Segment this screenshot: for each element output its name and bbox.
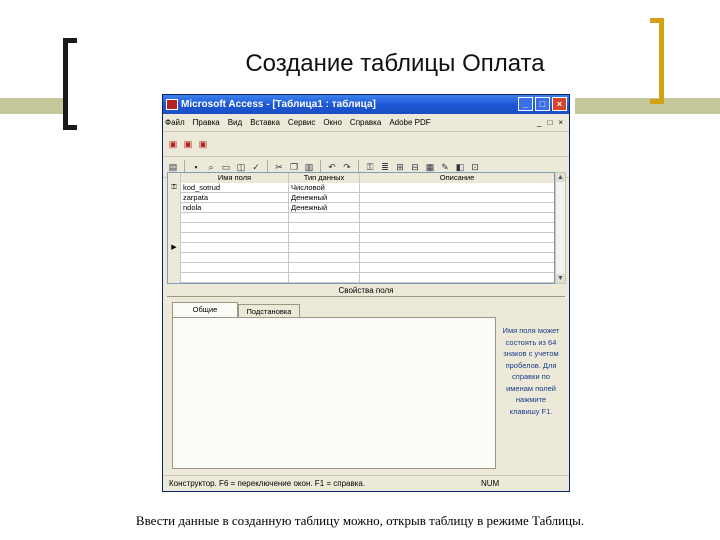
description-cell[interactable] — [360, 243, 554, 253]
row-selector[interactable] — [168, 203, 181, 213]
field-help-text: Имя поля может состоять из 64 знаков с у… — [502, 326, 560, 416]
data-type-cell[interactable]: Денежный — [289, 203, 360, 213]
pdf-review-icon[interactable]: ▣ — [197, 138, 209, 150]
table-row[interactable]: ndola Денежный — [168, 203, 554, 213]
slide-caption: Ввести данные в созданную таблицу можно,… — [135, 513, 585, 528]
data-type-cell[interactable] — [289, 243, 360, 253]
field-properties-label: Свойства поля — [338, 286, 394, 295]
menu-tools[interactable]: Сервис — [288, 118, 315, 127]
description-cell[interactable] — [360, 193, 554, 203]
doc-minimize-button[interactable]: _ — [537, 118, 541, 127]
menu-adobe-pdf[interactable]: Adobe PDF — [389, 118, 430, 127]
empty-row[interactable] — [168, 233, 554, 243]
window-title: Microsoft Access - [Таблица1 : таблица] — [181, 99, 376, 110]
empty-row[interactable] — [168, 273, 554, 283]
scroll-up-arrow-icon[interactable]: ▲ — [556, 173, 565, 182]
menu-help[interactable]: Справка — [350, 118, 381, 127]
row-selector-header — [168, 173, 181, 183]
column-header-data-type: Тип данных — [289, 173, 360, 183]
column-header-description: Описание — [360, 173, 554, 183]
doc-restore-button[interactable]: □ — [547, 118, 552, 127]
decorative-bar-left — [0, 98, 68, 114]
maximize-button[interactable]: □ — [535, 97, 550, 111]
empty-row[interactable] — [168, 213, 554, 223]
decorative-bar-right — [575, 98, 720, 114]
column-header-field-name: Имя поля — [181, 173, 289, 183]
data-type-cell[interactable]: Числовой — [289, 183, 360, 193]
field-name-cell[interactable]: ndola — [181, 203, 289, 213]
window-titlebar[interactable]: Microsoft Access - [Таблица1 : таблица] … — [163, 95, 569, 114]
description-cell[interactable] — [360, 183, 554, 193]
menu-file[interactable]: Файл — [165, 118, 185, 127]
grid-vertical-scrollbar[interactable]: ▲ ▼ — [555, 172, 566, 284]
doc-close-button[interactable]: × — [558, 118, 563, 127]
row-selector[interactable] — [168, 193, 181, 203]
access-app-icon — [166, 99, 178, 110]
pdf-email-icon[interactable]: ▣ — [182, 138, 194, 150]
description-cell[interactable] — [360, 203, 554, 213]
current-row-arrow-icon: ▶ — [168, 243, 181, 253]
pdf-toolbar: ▣ ▣ ▣ — [163, 132, 569, 157]
tab-general[interactable]: Общие — [172, 302, 238, 317]
primary-key-icon: ⚿ — [168, 183, 181, 193]
menu-window[interactable]: Окно — [323, 118, 342, 127]
field-properties-panel: Общие Подстановка Имя поля может состоят… — [167, 296, 565, 470]
menu-view[interactable]: Вид — [228, 118, 242, 127]
field-name-cell[interactable]: zarpata — [181, 193, 289, 203]
status-text: Конструктор. F6 = переключение окон. F1 … — [169, 479, 366, 488]
table-row[interactable]: ⚿ kod_sotrud Числовой — [168, 183, 554, 193]
menu-insert[interactable]: Вставка — [250, 118, 280, 127]
current-row[interactable]: ▶ — [168, 243, 554, 253]
empty-row[interactable] — [168, 263, 554, 273]
data-type-cell[interactable]: Денежный — [289, 193, 360, 203]
menu-bar: Файл Правка Вид Вставка Сервис Окно Спра… — [163, 114, 569, 132]
grid-header-row: Имя поля Тип данных Описание — [168, 173, 554, 183]
tab-lookup[interactable]: Подстановка — [238, 304, 300, 317]
table-row[interactable]: zarpata Денежный — [168, 193, 554, 203]
table-design-grid: Имя поля Тип данных Описание ⚿ kod_sotru… — [167, 172, 555, 284]
access-window: Microsoft Access - [Таблица1 : таблица] … — [162, 94, 570, 492]
menu-edit[interactable]: Правка — [193, 118, 220, 127]
tab-content-area — [172, 317, 496, 469]
slide-title: Создание таблицы Оплата — [245, 50, 545, 77]
pdf-convert-icon[interactable]: ▣ — [167, 138, 179, 150]
scroll-down-arrow-icon[interactable]: ▼ — [556, 274, 565, 283]
status-bar: Конструктор. F6 = переключение окон. F1 … — [163, 475, 569, 491]
empty-row[interactable] — [168, 253, 554, 263]
field-name-cell[interactable] — [181, 243, 289, 253]
close-button[interactable]: × — [552, 97, 567, 111]
decorative-bracket-left — [63, 38, 77, 130]
empty-row[interactable] — [168, 223, 554, 233]
decorative-bracket-right — [650, 18, 664, 104]
field-name-cell[interactable]: kod_sotrud — [181, 183, 289, 193]
num-lock-indicator: NUM — [481, 479, 500, 488]
minimize-button[interactable]: _ — [518, 97, 533, 111]
